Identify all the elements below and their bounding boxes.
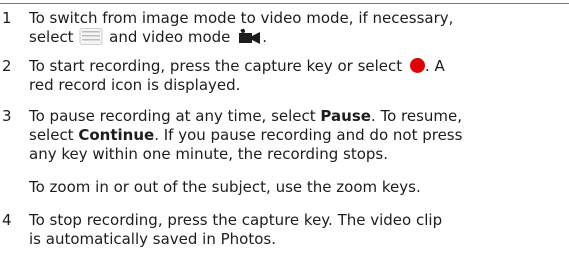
step-text-fragment: select (29, 28, 74, 46)
step-text: To pause recording at any time, select P… (29, 107, 567, 164)
step-text: To stop recording, press the capture key… (29, 211, 567, 249)
step-text: To switch from image mode to video mode,… (29, 9, 567, 47)
menu-icon (79, 28, 103, 45)
top-rule (0, 3, 569, 4)
video-camera-icon (239, 28, 261, 44)
zoom-note-text: To zoom in or out of the subject, use th… (29, 178, 421, 196)
step-line: is automatically saved in Photos. (29, 230, 276, 248)
step-text-fragment: To start recording, press the capture ke… (29, 57, 403, 75)
step-text-fragment: To pause recording at any time, select (29, 107, 321, 125)
step-text-fragment: . If you pause recording and do not pres… (154, 126, 463, 144)
step-line: To switch from image mode to video mode,… (29, 9, 454, 27)
step-text-fragment: . A (424, 57, 445, 75)
step-text-fragment: . To resume, (370, 107, 463, 125)
step-line: To pause recording at any time, select P… (29, 107, 567, 126)
step-line: any key within one minute, the recording… (29, 145, 388, 163)
record-icon (409, 58, 425, 73)
step-number: 2 (2, 57, 12, 75)
pause-label: Pause (320, 107, 371, 125)
step-line: select and video mode . (29, 28, 567, 47)
step-number: 3 (2, 107, 12, 125)
step-line: To start recording, press the capture ke… (29, 57, 567, 76)
step-line: red record icon is displayed. (29, 76, 241, 94)
step-number: 1 (2, 9, 12, 27)
continue-label: Continue (78, 126, 155, 144)
step-text: To start recording, press the capture ke… (29, 57, 567, 95)
step-line: To stop recording, press the capture key… (29, 211, 443, 229)
step-text-fragment: select (29, 126, 79, 144)
step-text-fragment: and video mode (109, 28, 231, 46)
step-line: select Continue. If you pause recording … (29, 126, 567, 145)
step-number: 4 (2, 211, 12, 229)
step-text-fragment: . (262, 28, 267, 46)
